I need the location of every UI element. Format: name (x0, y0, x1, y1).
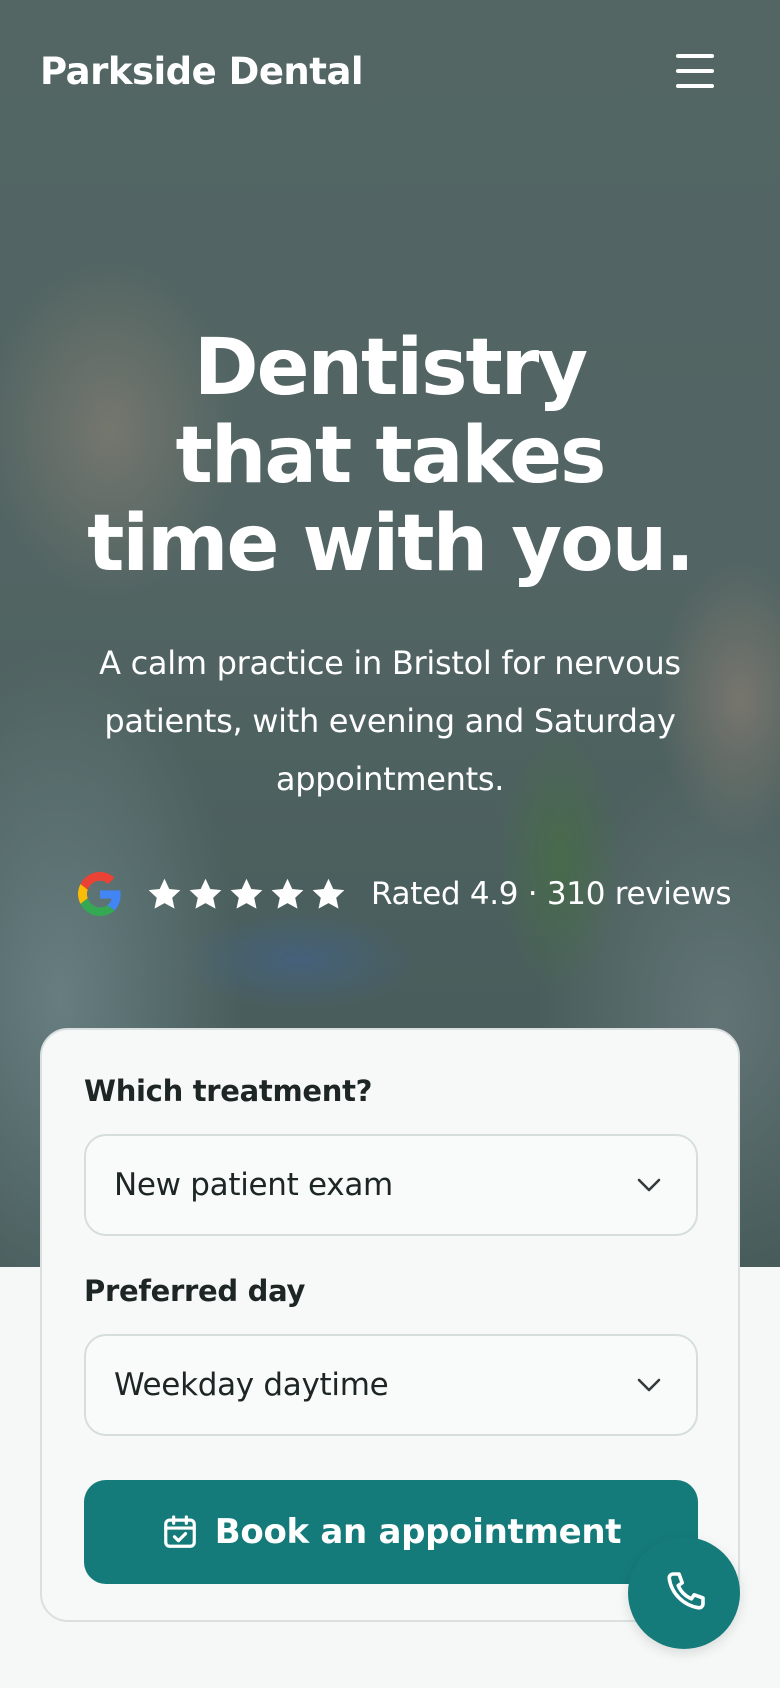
book-appointment-label: Book an appointment (214, 1512, 622, 1552)
headline-line: time with you. (87, 499, 695, 589)
star-rating (146, 876, 347, 913)
hero-headline: Dentistry that takes time with you. (40, 324, 740, 588)
phone-icon (667, 1572, 705, 1610)
star-icon (189, 878, 222, 909)
day-label: Preferred day (84, 1274, 306, 1308)
star-icon (312, 878, 345, 909)
headline-line: that takes (175, 411, 607, 501)
subheading-line: patients, with evening and Saturday (104, 702, 676, 740)
treatment-label: Which treatment? (84, 1074, 373, 1108)
call-button[interactable] (628, 1537, 740, 1649)
subheading-line: appointments. (275, 760, 505, 798)
treatment-select[interactable]: New patient exam (84, 1134, 698, 1236)
hamburger-menu-icon[interactable] (676, 54, 714, 88)
hero-subheading: A calm practice in Bristol for nervous p… (70, 634, 710, 808)
brand-logo[interactable]: Parkside Dental (40, 50, 364, 93)
treatment-select-value: New patient exam (114, 1167, 393, 1203)
booking-form-card: Which treatment? New patient exam Prefer… (40, 1028, 740, 1622)
rating-row: Rated 4.9 · 310 reviews (78, 870, 732, 918)
day-select[interactable]: Weekday daytime (84, 1334, 698, 1436)
star-icon (271, 878, 304, 909)
day-select-value: Weekday daytime (114, 1367, 389, 1403)
chevron-down-icon (637, 1378, 661, 1392)
star-icon (230, 878, 263, 909)
google-logo-icon (78, 872, 121, 916)
subheading-line: A calm practice in Bristol for nervous (99, 644, 681, 682)
chevron-down-icon (637, 1178, 661, 1192)
book-appointment-button[interactable]: Book an appointment (84, 1480, 698, 1584)
headline-line: Dentistry (193, 323, 588, 413)
calendar-check-icon (163, 1515, 196, 1548)
star-icon (148, 878, 181, 909)
rating-text: Rated 4.9 · 310 reviews (371, 876, 732, 912)
